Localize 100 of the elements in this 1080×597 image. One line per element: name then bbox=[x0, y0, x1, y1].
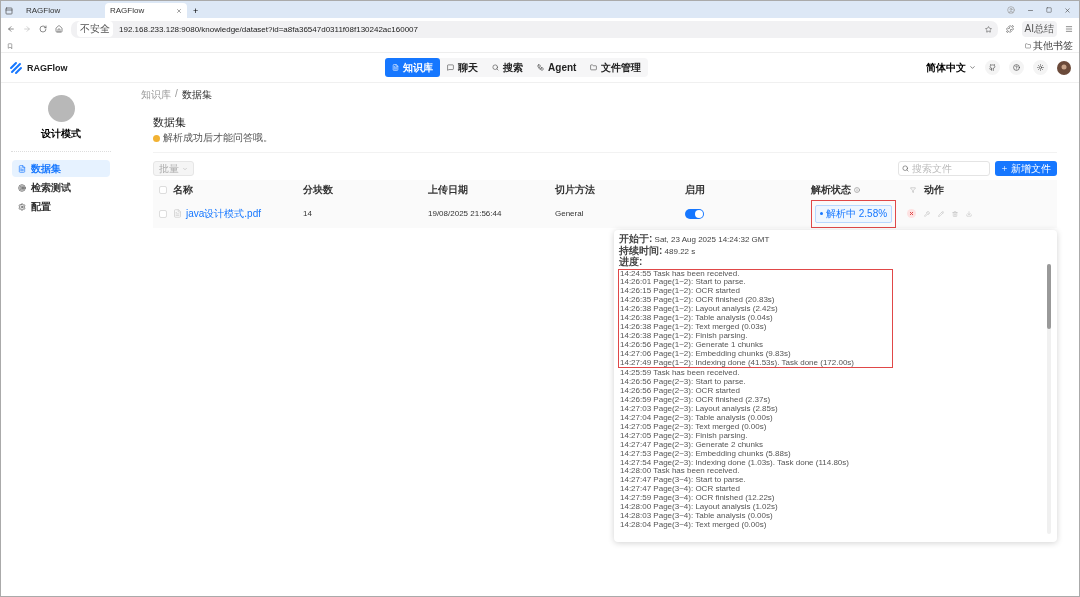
nav-tab[interactable]: Agent bbox=[530, 58, 584, 77]
info-icon bbox=[854, 186, 860, 193]
log-line: 14:26:38 Page(1~2): Table analysis (0.04s) bbox=[619, 314, 774, 323]
maximize-icon[interactable] bbox=[1046, 7, 1052, 13]
log-line: 14:28:00 Task has been received. bbox=[619, 467, 741, 477]
settings-icon bbox=[18, 202, 26, 211]
folder-icon bbox=[1025, 43, 1031, 49]
new-tab-button[interactable]: + bbox=[189, 6, 203, 18]
theme-button[interactable] bbox=[1033, 60, 1048, 75]
help-icon bbox=[1013, 64, 1020, 71]
log-line: 14:27:06 Page(1~2): Embedding chunks (9.83s) bbox=[619, 349, 791, 358]
help-button[interactable] bbox=[1009, 60, 1024, 75]
folder-icon bbox=[590, 64, 598, 71]
log-line: 14:28:00 Page(3~4): Layout analysis (1.02s) bbox=[619, 503, 779, 512]
sidebar-item[interactable]: 配置 bbox=[12, 198, 110, 215]
log-line: 14:26:35 Page(1~2): OCR finished (20.83s) bbox=[619, 296, 776, 306]
browser-tab[interactable]: RAGFlow bbox=[21, 3, 103, 18]
workflow-icon bbox=[537, 64, 545, 71]
sun-icon bbox=[1037, 64, 1044, 71]
log-line: 14:26:56 Page(1~2): Generate 1 chunks bbox=[619, 340, 764, 349]
back-icon[interactable] bbox=[7, 25, 15, 33]
log-line: 14:27:47 Page(3~4): Start to parse. bbox=[619, 476, 747, 486]
search-field[interactable]: 搜索文件 bbox=[898, 161, 990, 176]
log-line: 14:26:38 Page(1~2): Layout analysis (2.42s) bbox=[619, 305, 779, 315]
search-icon bbox=[902, 165, 909, 172]
bookmark-icon bbox=[7, 43, 13, 49]
log-line: 14:27:53 Page(2~3): Embedding chunks (5.88s) bbox=[619, 449, 791, 458]
chat-icon bbox=[447, 64, 455, 71]
log-line: 14:28:04 Page(3~4): Text merged (0.00s) bbox=[619, 520, 767, 530]
bookmark-folder[interactable]: 其他书签 bbox=[1033, 39, 1073, 53]
delete-icon[interactable] bbox=[952, 210, 958, 217]
column-header: 动作 bbox=[924, 182, 944, 197]
filter-icon[interactable] bbox=[910, 186, 916, 193]
avatar[interactable] bbox=[1057, 60, 1071, 75]
column-header: 名称 bbox=[173, 182, 193, 197]
github-button[interactable] bbox=[985, 60, 1000, 75]
wrench-icon[interactable] bbox=[924, 210, 930, 217]
log-line: 14:26:38 Page(1~2): Text merged (0.03s) bbox=[619, 322, 767, 331]
nav-tab[interactable]: 文件管理 bbox=[583, 58, 649, 77]
status-badge[interactable]: 解析中 2.58% bbox=[815, 204, 893, 223]
download-icon[interactable] bbox=[966, 210, 972, 217]
log-line: 14:27:03 Page(2~3): Layout analysis (2.85s) bbox=[619, 405, 779, 414]
nav-tab[interactable]: 知识库 bbox=[385, 58, 441, 77]
address-bar[interactable]: 不安全 192.168.233.128:9080/knowledge/dataset?id=a8fa36547d0311f08f130242ac160007 bbox=[71, 20, 998, 38]
popup-field: 开始于: Sat, 23 Aug 2025 14:24:32 GMT bbox=[619, 234, 1043, 246]
breadcrumb-separator: / bbox=[175, 88, 178, 101]
nav-tab[interactable]: 搜索 bbox=[485, 58, 531, 77]
knowledge-avatar bbox=[47, 95, 75, 122]
page-title: 数据集 bbox=[153, 115, 187, 130]
hint-text: 解析成功后才能问答哦。 bbox=[163, 131, 273, 145]
forward-icon[interactable] bbox=[23, 25, 31, 33]
checkbox[interactable] bbox=[159, 185, 167, 194]
nav-tab[interactable]: 聊天 bbox=[440, 58, 486, 77]
star-icon[interactable] bbox=[984, 25, 992, 33]
log-line: 14:27:49 Page(1~2): Indexing done (41.53s). Task done (172.00s) bbox=[619, 358, 855, 368]
log-line: 14:26:38 Page(1~2): Finish parsing. bbox=[619, 331, 748, 340]
column-header: 上传日期 bbox=[428, 182, 468, 197]
log-line: 14:27:47 Page(2~3): Generate 2 chunks bbox=[619, 440, 764, 449]
table-cell: 14 bbox=[303, 209, 312, 218]
log-line: 14:26:59 Page(2~3): OCR finished (2.37s) bbox=[619, 396, 772, 406]
url-text: 192.168.233.128:9080/knowledge/dataset?id=a8fa36547d0311f08f130242ac160007 bbox=[119, 24, 418, 34]
log-line: 14:25:59 Task has been received. bbox=[619, 369, 741, 379]
search-icon bbox=[492, 64, 500, 71]
knowledge-name: 设计模式 bbox=[11, 127, 111, 152]
logo-icon bbox=[9, 60, 23, 75]
tab-actions-icon[interactable] bbox=[5, 7, 13, 15]
menu-icon[interactable] bbox=[1065, 25, 1073, 33]
add-file-button[interactable]: 新增文件 bbox=[995, 161, 1057, 176]
security-label[interactable]: 不安全 bbox=[77, 21, 113, 37]
log-line: 14:27:47 Page(3~4): OCR started bbox=[619, 485, 741, 495]
progress-label: 进度: bbox=[619, 257, 643, 269]
sidebar-item[interactable]: 数据集 bbox=[12, 160, 110, 177]
profile-icon[interactable] bbox=[1007, 6, 1015, 14]
log-line: 14:27:04 Page(2~3): Table analysis (0.00s) bbox=[619, 414, 774, 423]
enable-toggle[interactable] bbox=[685, 208, 704, 219]
log-line: 14:27:59 Page(3~4): OCR finished (12.22s) bbox=[619, 494, 776, 504]
emoji-icon bbox=[153, 134, 160, 142]
edit-icon[interactable] bbox=[938, 210, 944, 217]
document-icon bbox=[392, 64, 400, 71]
table-cell: 19/08/2025 21:56:44 bbox=[428, 209, 502, 218]
sidebar-item[interactable]: 检索测试 bbox=[12, 179, 110, 196]
close-icon[interactable] bbox=[176, 7, 182, 14]
column-header: 启用 bbox=[685, 182, 705, 197]
reload-icon[interactable] bbox=[39, 25, 47, 33]
cancel-icon[interactable] bbox=[907, 209, 916, 218]
chevron-down-icon[interactable] bbox=[969, 64, 976, 71]
close-icon[interactable] bbox=[1064, 6, 1071, 14]
target-icon bbox=[18, 183, 26, 192]
checkbox[interactable] bbox=[159, 209, 167, 218]
log-line: 14:27:54 Page(2~3): Indexing done (1.03s). Task done (114.80s) bbox=[619, 458, 850, 467]
home-icon[interactable] bbox=[55, 25, 63, 33]
browser-tab[interactable]: RAGFlow bbox=[105, 3, 187, 18]
language-selector[interactable]: 简体中文 bbox=[926, 60, 966, 75]
column-header: 解析状态 bbox=[811, 182, 851, 197]
extensions-icon[interactable] bbox=[1005, 25, 1014, 33]
chevron-down-icon bbox=[182, 165, 188, 172]
log-line: 14:26:01 Page(1~2): Start to parse. bbox=[619, 278, 747, 288]
ai-summary-button[interactable]: AI总结 bbox=[1021, 21, 1057, 37]
table-cell: General bbox=[555, 209, 584, 218]
log-line: 14:27:05 Page(2~3): Text merged (0.00s) bbox=[619, 422, 767, 431]
